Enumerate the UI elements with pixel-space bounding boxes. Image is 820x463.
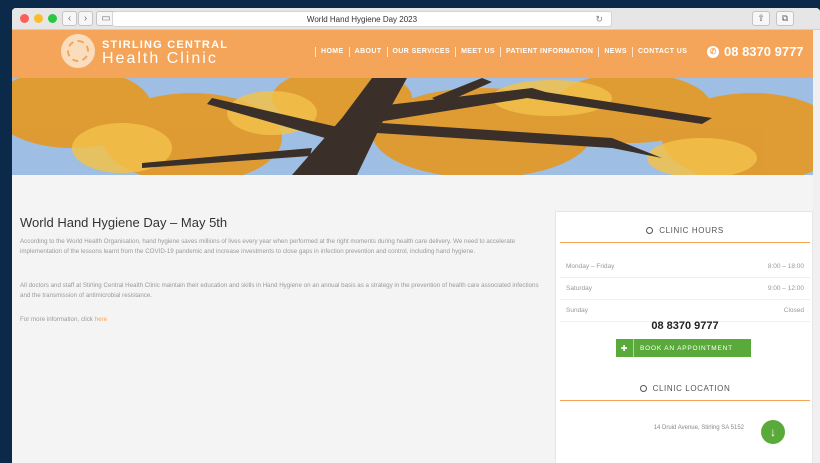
hours-row: Monday – Friday 8:00 – 18:00 [560,256,810,278]
share-icon[interactable]: ⇧ [752,11,770,26]
book-appointment-label: BOOK AN APPOINTMENT [640,344,733,352]
main-content: World Hand Hygiene Day – May 5th Accordi… [12,175,820,463]
browser-toolbar: ‹ › ▭ World Hand Hygiene Day 2023 ↻ ⇧ ⧉ [12,8,820,30]
back-button[interactable]: ‹ [62,11,77,26]
clinic-hours-heading: CLINIC HOURS [556,226,814,235]
tabs-overview-icon[interactable]: ⧉ [776,11,794,26]
minimize-window-button[interactable] [34,14,43,23]
site-header: STIRLING CENTRAL Health Clinic HOME ABOU… [12,30,820,78]
header-phone-number[interactable]: 08 8370 9777 [724,44,804,59]
article-paragraph-2: All doctors and staff at Stirling Centra… [20,282,539,299]
header-phone[interactable]: ✆ 08 8370 9777 [707,44,804,59]
hours-time: 9:00 – 12:00 [767,285,804,292]
hours-day: Sunday [566,307,589,314]
hours-day: Monday – Friday [566,263,615,270]
phone-icon: ✆ [707,45,719,58]
forward-button[interactable]: › [78,11,93,26]
hours-time: Closed [783,307,804,314]
zoom-window-button[interactable] [48,14,57,23]
article-title: World Hand Hygiene Day – May 5th [20,215,228,230]
article-paragraph-1: According to the World Health Organisati… [20,238,515,255]
nav-about[interactable]: ABOUT [348,47,387,57]
nav-news[interactable]: NEWS [598,47,632,57]
hours-row: Sunday Closed [560,300,810,322]
plus-icon: ✚ [616,339,634,357]
directions-icon[interactable]: ↓ [761,420,785,444]
hours-row: Saturday 9:00 – 12:00 [560,278,810,300]
clock-icon [646,227,654,234]
clinic-location-heading: CLINIC LOCATION [556,384,814,393]
clinic-address: 14 Druid Avenue, Stirling SA 5152 [653,425,744,431]
clock-icon [639,385,647,392]
book-appointment-button[interactable]: ✚ BOOK AN APPOINTMENT [616,339,751,357]
logo-subtitle[interactable]: Health Clinic [102,50,218,68]
sidebar-phone-number[interactable]: 08 8370 9777 [556,320,814,332]
sidebar-panel: CLINIC HOURS Monday – Friday 8:00 – 18:0… [555,211,813,463]
divider [560,400,810,401]
nav-meet-us[interactable]: MEET US [455,47,500,57]
clinic-location-title: CLINIC LOCATION [652,384,731,393]
nav-our-services[interactable]: OUR SERVICES [386,47,456,57]
window-controls [20,14,57,23]
browser-window: ‹ › ▭ World Hand Hygiene Day 2023 ↻ ⇧ ⧉ … [12,8,820,463]
divider [560,242,810,243]
nav-home[interactable]: HOME [315,47,349,57]
address-bar[interactable]: World Hand Hygiene Day 2023 ↻ [112,11,612,27]
reload-icon[interactable]: ↻ [595,14,603,25]
nav-contact-us[interactable]: CONTACT US [631,47,692,57]
close-window-button[interactable] [20,14,29,23]
main-navigation: HOME ABOUT OUR SERVICES MEET US PATIENT … [315,47,692,57]
more-info-link[interactable]: here [95,316,107,323]
clinic-logo-icon[interactable] [61,34,95,68]
article-paragraph-3: For more information, click here [20,315,540,325]
autumn-tree-image [12,78,820,175]
clinic-hours-title: CLINIC HOURS [659,226,724,235]
hours-time: 8:00 – 18:00 [767,263,804,270]
scrollbar[interactable] [813,30,820,463]
more-info-text: For more information, click [20,316,95,323]
hero-banner-image [12,78,820,175]
nav-patient-information[interactable]: PATIENT INFORMATION [500,47,598,57]
hours-day: Saturday [566,285,593,292]
page-title: World Hand Hygiene Day 2023 [306,14,418,24]
